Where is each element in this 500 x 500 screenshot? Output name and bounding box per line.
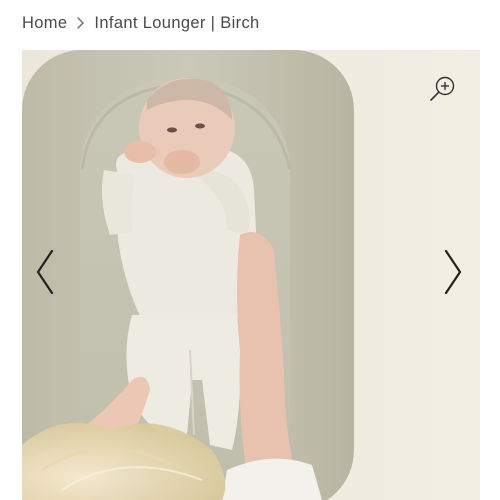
chevron-right-icon [442, 248, 464, 301]
product-photo [22, 50, 480, 500]
next-image-button[interactable] [438, 248, 468, 300]
previous-image-button[interactable] [30, 248, 60, 300]
product-image-gallery[interactable] [22, 50, 480, 500]
chevron-left-icon [34, 248, 56, 301]
breadcrumb: Home Infant Lounger | Birch [22, 11, 260, 35]
zoom-button[interactable] [426, 74, 460, 108]
page-margin [480, 50, 500, 500]
breadcrumb-home-link[interactable]: Home [22, 14, 67, 33]
breadcrumb-current-page: Infant Lounger | Birch [94, 13, 260, 32]
zoom-in-icon [428, 74, 458, 109]
chevron-right-icon [76, 16, 85, 30]
